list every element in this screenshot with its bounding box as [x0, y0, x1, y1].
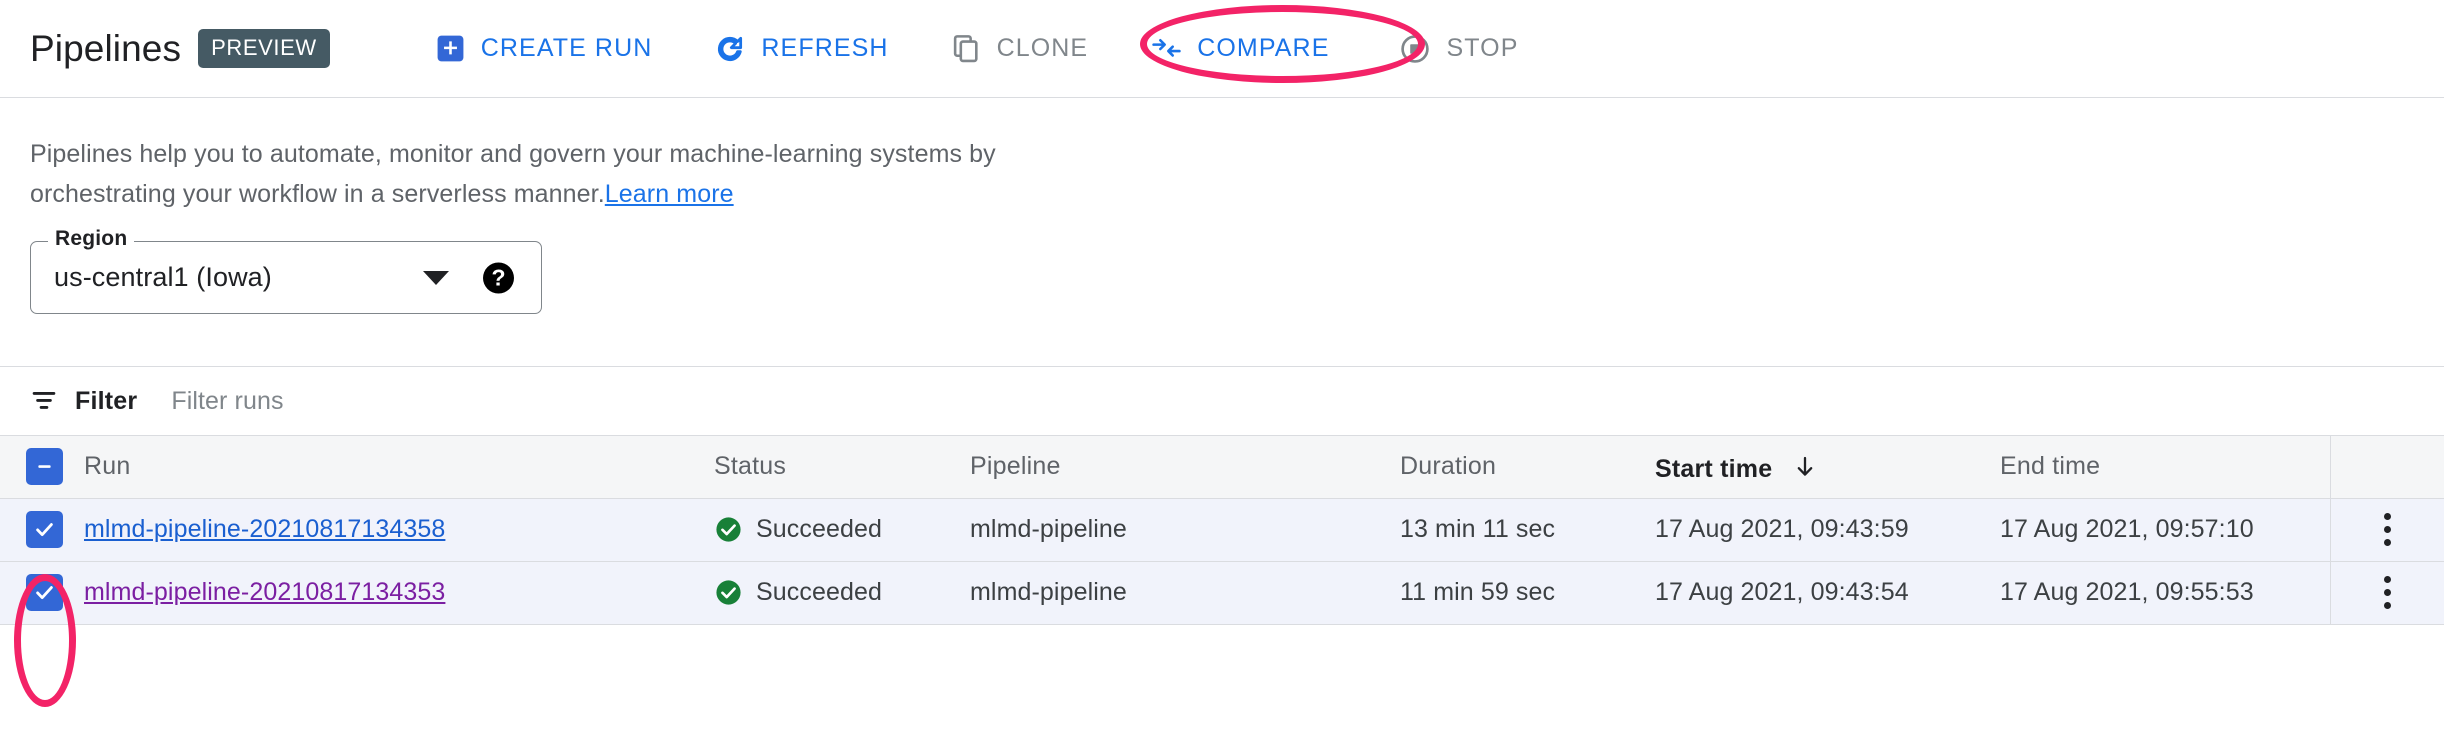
- table-header-row: Run Status Pipeline Duration Start time …: [0, 436, 2444, 498]
- table-header: Run Status Pipeline Duration Start time …: [0, 436, 2444, 498]
- learn-more-link[interactable]: Learn more: [605, 180, 734, 208]
- column-header-pipeline[interactable]: Pipeline: [970, 436, 1400, 498]
- description-block: Pipelines help you to automate, monitor …: [0, 98, 2444, 214]
- select-all-cell: [0, 436, 84, 498]
- column-header-actions: [2331, 436, 2444, 498]
- filter-bar: Filter: [0, 367, 2444, 436]
- create-run-button[interactable]: CREATE RUN: [435, 33, 653, 64]
- filter-icon[interactable]: [30, 387, 58, 415]
- end-time-cell: 17 Aug 2021, 09:55:53: [2000, 561, 2331, 624]
- refresh-label: REFRESH: [761, 34, 888, 63]
- run-name-cell: mlmd-pipeline-20210817134353: [84, 561, 714, 624]
- column-header-end-time[interactable]: End time: [2000, 436, 2331, 498]
- column-header-run[interactable]: Run: [84, 436, 714, 498]
- table-body: mlmd-pipeline-20210817134358 Succeeded m…: [0, 498, 2444, 624]
- table-row[interactable]: mlmd-pipeline-20210817134358 Succeeded m…: [0, 498, 2444, 561]
- start-time-cell: 17 Aug 2021, 09:43:54: [1655, 561, 2000, 624]
- pipeline-cell: mlmd-pipeline: [970, 561, 1400, 624]
- duration-cell: 13 min 11 sec: [1400, 498, 1655, 561]
- status-badge: PREVIEW: [198, 29, 330, 68]
- check-circle-icon: [714, 578, 743, 607]
- start-time-cell: 17 Aug 2021, 09:43:59: [1655, 498, 2000, 561]
- toolbar: CREATE RUN REFRESH CLONE: [435, 33, 1519, 65]
- status-cell: Succeeded: [714, 498, 970, 561]
- compare-label: COMPARE: [1197, 34, 1329, 63]
- checkbox-checked-icon[interactable]: [26, 574, 63, 611]
- check-circle-icon: [714, 515, 743, 544]
- end-time-cell: 17 Aug 2021, 09:57:10: [2000, 498, 2331, 561]
- run-link[interactable]: mlmd-pipeline-20210817134353: [84, 578, 445, 606]
- region-value: us-central1 (Iowa): [31, 262, 272, 293]
- table-row[interactable]: mlmd-pipeline-20210817134353 Succeeded m…: [0, 561, 2444, 624]
- checkbox-indeterminate-icon[interactable]: [26, 448, 63, 485]
- description-line-2-text: orchestrating your workflow in a serverl…: [30, 180, 605, 208]
- add-box-icon: [435, 33, 466, 64]
- runs-table: Run Status Pipeline Duration Start time …: [0, 436, 2444, 625]
- row-checkbox-cell: [0, 561, 84, 624]
- create-run-label: CREATE RUN: [481, 34, 653, 63]
- description-line-1: Pipelines help you to automate, monitor …: [30, 135, 2414, 175]
- compare-arrows-icon: [1151, 33, 1182, 64]
- compare-button[interactable]: COMPARE: [1151, 33, 1329, 64]
- refresh-button[interactable]: REFRESH: [714, 33, 888, 65]
- row-actions-cell: [2331, 561, 2444, 624]
- column-header-duration[interactable]: Duration: [1400, 436, 1655, 498]
- run-name-cell: mlmd-pipeline-20210817134358: [84, 498, 714, 561]
- clone-icon: [951, 33, 982, 64]
- run-link[interactable]: mlmd-pipeline-20210817134358: [84, 515, 445, 543]
- stop-button[interactable]: STOP: [1399, 33, 1518, 65]
- column-header-start-time[interactable]: Start time: [1655, 436, 2000, 498]
- chevron-down-icon[interactable]: [423, 271, 449, 285]
- pipeline-cell: mlmd-pipeline: [970, 498, 1400, 561]
- description-line-2: orchestrating your workflow in a serverl…: [30, 175, 2414, 215]
- region-select[interactable]: Region us-central1 (Iowa) ?: [30, 241, 542, 314]
- status-cell: Succeeded: [714, 561, 970, 624]
- clone-label: CLONE: [997, 34, 1089, 63]
- stop-label: STOP: [1446, 34, 1518, 63]
- filter-label: Filter: [75, 387, 137, 416]
- column-header-status[interactable]: Status: [714, 436, 970, 498]
- clone-button[interactable]: CLONE: [951, 33, 1089, 64]
- page-title: Pipelines: [30, 28, 181, 70]
- refresh-icon: [714, 33, 746, 65]
- status-label: Succeeded: [756, 515, 882, 544]
- more-vert-icon[interactable]: [2331, 576, 2444, 609]
- more-vert-icon[interactable]: [2331, 513, 2444, 546]
- checkbox-checked-icon[interactable]: [26, 511, 63, 548]
- status-label: Succeeded: [756, 578, 882, 607]
- region-selector-row: Region us-central1 (Iowa) ?: [0, 214, 2444, 314]
- help-icon[interactable]: ?: [483, 262, 514, 293]
- column-header-start-time-label: Start time: [1655, 455, 1772, 483]
- row-actions-cell: [2331, 498, 2444, 561]
- arrow-downward-icon: [1793, 453, 1817, 488]
- page-header: Pipelines PREVIEW CREATE RUN REFRESH: [0, 0, 2444, 98]
- search-input[interactable]: [169, 386, 773, 417]
- stop-circle-icon: [1399, 33, 1431, 65]
- row-checkbox-cell: [0, 498, 84, 561]
- region-label: Region: [48, 228, 134, 249]
- duration-cell: 11 min 59 sec: [1400, 561, 1655, 624]
